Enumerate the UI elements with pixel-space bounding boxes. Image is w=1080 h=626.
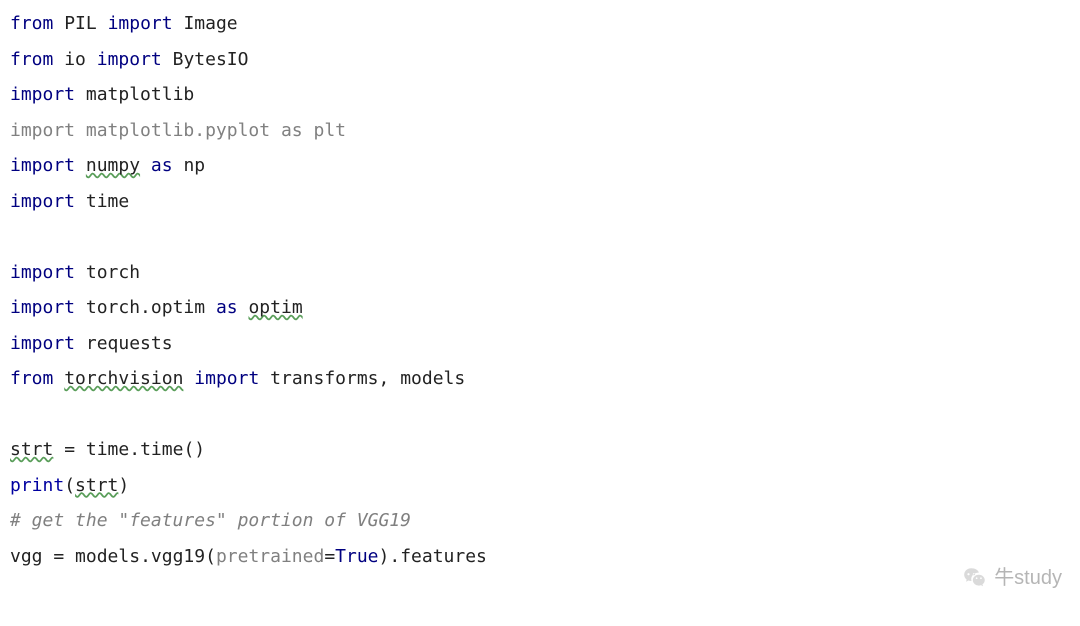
code-line-8: import torch [10, 255, 1070, 291]
op-eq2: = [324, 546, 335, 567]
wechat-icon [962, 565, 988, 591]
op-eq: = [43, 546, 76, 567]
arg-strt: strt [75, 475, 118, 496]
kw-as: as [151, 155, 173, 176]
name-transforms: transforms [270, 368, 378, 389]
kw-import: import [10, 333, 75, 354]
alias-np: np [183, 155, 205, 176]
dot: . [129, 439, 140, 460]
const-true: True [335, 546, 378, 567]
kwarg-pretrained: pretrained [216, 546, 324, 567]
code-line-12-blank [10, 397, 1070, 433]
kw-import: import [10, 297, 75, 318]
code-line-15-comment: # get the "features" portion of VGG19 [10, 503, 1070, 539]
paren-open: ( [205, 546, 216, 567]
kw-import: import [10, 120, 75, 141]
paren-close: ) [118, 475, 129, 496]
name-time: time [86, 439, 129, 460]
code-block: from PIL import Image from io import Byt… [10, 6, 1070, 574]
comma: , [379, 368, 401, 389]
kw-import: import [108, 13, 173, 34]
code-line-9: import torch.optim as optim [10, 290, 1070, 326]
var-strt: strt [10, 439, 53, 460]
module-torch: torch [86, 262, 140, 283]
op-eq: = [53, 439, 86, 460]
paren-close: ) [379, 546, 390, 567]
module-io: io [64, 49, 86, 70]
kw-import: import [194, 368, 259, 389]
code-line-3: import matplotlib [10, 77, 1070, 113]
code-line-10: import requests [10, 326, 1070, 362]
module-time: time [86, 191, 129, 212]
alias-optim: optim [248, 297, 302, 318]
kw-from: from [10, 49, 53, 70]
code-line-16: vgg = models.vgg19(pretrained=True).feat… [10, 539, 1070, 575]
kw-from: from [10, 368, 53, 389]
kw-import: import [97, 49, 162, 70]
code-line-6: import time [10, 184, 1070, 220]
code-line-2: from io import BytesIO [10, 42, 1070, 78]
parens: () [183, 439, 205, 460]
name-image: Image [183, 13, 237, 34]
code-line-1: from PIL import Image [10, 6, 1070, 42]
kw-from: from [10, 13, 53, 34]
watermark-text: 牛study [994, 561, 1062, 597]
dot: . [140, 546, 151, 567]
code-line-14: print(strt) [10, 468, 1070, 504]
kw-import: import [10, 155, 75, 176]
fn-print: print [10, 475, 64, 496]
fn-time: time [140, 439, 183, 460]
name-models: models [75, 546, 140, 567]
dot2: . [389, 546, 400, 567]
fn-vgg19: vgg19 [151, 546, 205, 567]
code-line-4: import matplotlib.pyplot as plt [10, 113, 1070, 149]
code-line-11: from torchvision import transforms, mode… [10, 361, 1070, 397]
module-torchoptim: torch.optim [86, 297, 205, 318]
module-pyplot: matplotlib.pyplot [86, 120, 270, 141]
code-line-7-blank [10, 219, 1070, 255]
comment-text: # get the "features" portion of VGG19 [10, 510, 411, 531]
attr-features: features [400, 546, 487, 567]
module-requests: requests [86, 333, 173, 354]
alias-plt: plt [313, 120, 346, 141]
kw-import: import [10, 262, 75, 283]
var-vgg: vgg [10, 546, 43, 567]
module-matplotlib: matplotlib [86, 84, 194, 105]
name-bytesio: BytesIO [173, 49, 249, 70]
code-line-13: strt = time.time() [10, 432, 1070, 468]
kw-as: as [281, 120, 303, 141]
module-pil: PIL [64, 13, 97, 34]
paren-open: ( [64, 475, 75, 496]
module-numpy: numpy [86, 155, 140, 176]
name-models: models [400, 368, 465, 389]
kw-import: import [10, 191, 75, 212]
kw-as: as [216, 297, 238, 318]
code-line-5: import numpy as np [10, 148, 1070, 184]
module-torchvision: torchvision [64, 368, 183, 389]
kw-import: import [10, 84, 75, 105]
watermark: 牛study [962, 561, 1062, 597]
